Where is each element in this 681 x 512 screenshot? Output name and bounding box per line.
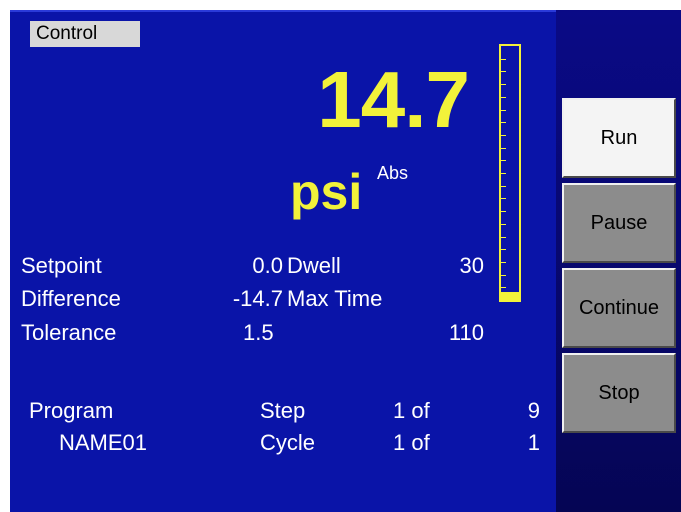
cycle-label: Cycle: [260, 430, 316, 455]
difference-value: -14.7: [232, 286, 283, 311]
gauge-tick: [501, 148, 506, 149]
gauge-tick: [501, 122, 506, 123]
gauge-tick: [501, 71, 506, 72]
gauge-tick: [501, 237, 506, 238]
control-mode-label: Control: [30, 21, 140, 47]
tolerance-label: Tolerance: [21, 320, 117, 345]
step-current: 1 of: [393, 398, 430, 423]
gauge-tick: [501, 275, 506, 276]
dwell-label: Dwell: [287, 253, 341, 278]
step-label: Step: [260, 398, 306, 423]
setpoint-value: 0.0: [252, 253, 283, 278]
pressure-bar-fill: [501, 292, 519, 300]
run-button[interactable]: Run: [562, 98, 676, 178]
gauge-tick: [501, 160, 506, 161]
pressure-bar-gauge: [499, 44, 521, 302]
gauge-tick: [501, 135, 506, 136]
gauge-tick: [501, 173, 506, 174]
gauge-tick: [501, 224, 506, 225]
cycle-total: 1: [527, 430, 540, 455]
program-name: NAME01: [59, 430, 148, 455]
pressure-reading: 14.7: [317, 55, 470, 144]
pressure-reference: Abs: [377, 163, 409, 183]
gauge-tick: [501, 198, 506, 199]
gauge-tick: [501, 287, 506, 288]
gauge-tick: [501, 110, 506, 111]
gauge-tick: [501, 97, 506, 98]
difference-label: Difference: [21, 286, 121, 311]
gauge-tick: [501, 59, 506, 60]
gauge-tick: [501, 249, 506, 250]
control-screen: Control 14.7 psi Abs Setpoint 0.0 Dwell …: [0, 0, 681, 512]
max-time-value: 110: [448, 320, 484, 345]
pause-button[interactable]: Pause: [562, 183, 676, 263]
dwell-value: 30: [459, 253, 484, 278]
cycle-current: 1 of: [393, 430, 430, 455]
gauge-tick: [501, 84, 506, 85]
continue-button[interactable]: Continue: [562, 268, 676, 348]
step-total: 9: [527, 398, 540, 423]
pressure-unit: psi: [290, 164, 363, 220]
gauge-tick: [501, 211, 506, 212]
gauge-tick: [501, 186, 506, 187]
setpoint-label: Setpoint: [21, 253, 102, 278]
max-time-label: Max Time: [287, 286, 383, 311]
gauge-tick: [501, 262, 506, 263]
stop-button[interactable]: Stop: [562, 353, 676, 433]
program-label: Program: [29, 398, 114, 423]
tolerance-value: 1.5: [243, 320, 274, 345]
